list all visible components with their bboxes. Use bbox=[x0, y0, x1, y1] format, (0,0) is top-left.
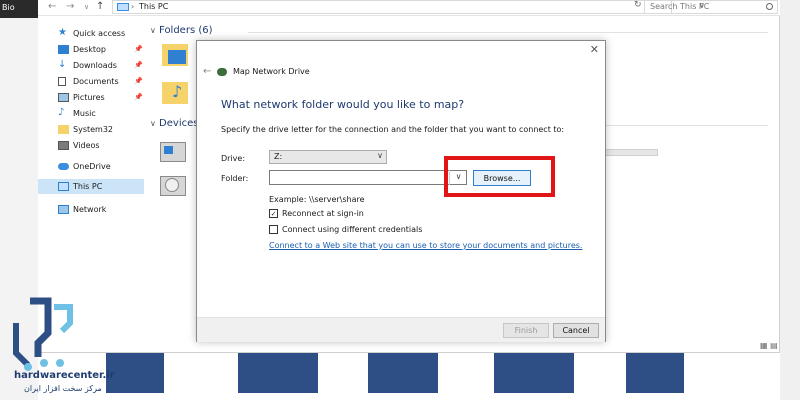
sidebar-item-this-pc[interactable]: This PC bbox=[38, 179, 144, 194]
drive-tile[interactable] bbox=[160, 142, 186, 162]
folder-label: Folder: bbox=[221, 174, 249, 183]
search-placeholder: Search This PC bbox=[650, 2, 710, 11]
drive-letter-value: Z: bbox=[274, 152, 283, 161]
picture-icon bbox=[58, 93, 69, 102]
video-background-right bbox=[780, 0, 800, 400]
sidebar-item-pictures[interactable]: Pictures 📌 bbox=[38, 90, 144, 105]
download-icon: ↓ bbox=[58, 59, 67, 70]
music-note-icon: ♪ bbox=[172, 82, 183, 101]
sidebar-item-network[interactable]: Network bbox=[38, 202, 144, 217]
devices-group-header[interactable]: ∨ Devices bbox=[150, 118, 198, 129]
folder-tile[interactable]: ♪ bbox=[162, 82, 188, 104]
up-arrow-icon[interactable]: ↑ bbox=[96, 1, 104, 12]
drive-label: Drive: bbox=[221, 154, 246, 163]
address-field[interactable]: › This PC ∨ bbox=[112, 0, 705, 14]
sidebar-item-label: Pictures bbox=[73, 93, 105, 102]
search-input[interactable]: Search This PC bbox=[644, 0, 778, 14]
close-icon[interactable]: ✕ bbox=[590, 43, 599, 56]
sidebar-item-label: Quick access bbox=[73, 29, 126, 38]
cancel-button[interactable]: Cancel bbox=[553, 323, 599, 338]
finish-button[interactable]: Finish bbox=[503, 323, 549, 338]
drive-letter-select[interactable]: Z: ∨ bbox=[269, 150, 387, 164]
folder-path-input[interactable] bbox=[269, 170, 467, 185]
forward-arrow-icon[interactable]: → bbox=[66, 1, 74, 12]
watermark-letter bbox=[626, 353, 684, 393]
sidebar-item-quick-access[interactable]: ★ Quick access bbox=[38, 26, 144, 41]
pin-icon[interactable]: 📌 bbox=[134, 58, 143, 73]
sidebar-item-label: Downloads bbox=[73, 61, 117, 70]
folder-tile[interactable] bbox=[162, 44, 188, 66]
dialog-footer: Finish Cancel bbox=[197, 317, 605, 342]
pin-icon[interactable]: 📌 bbox=[134, 90, 143, 105]
sidebar-item-label: This PC bbox=[73, 182, 103, 191]
computer-icon bbox=[58, 182, 69, 191]
folder-example-hint: Example: \\server\share bbox=[269, 195, 365, 204]
document-icon bbox=[58, 77, 66, 86]
sidebar-item-onedrive[interactable]: OneDrive bbox=[38, 159, 144, 174]
logo-tagline: مرکز سخت افزار ایران bbox=[24, 384, 102, 393]
star-icon: ★ bbox=[58, 27, 67, 38]
back-arrow-icon[interactable]: ← bbox=[203, 66, 211, 77]
dialog-description: Specify the drive letter for the connect… bbox=[221, 125, 565, 134]
pin-icon[interactable]: 📌 bbox=[134, 74, 143, 89]
recent-chevron-icon[interactable]: ∨ bbox=[84, 3, 89, 11]
address-bar: ← → ∨ ↑ › This PC ∨ ↻ Search This PC bbox=[38, 0, 780, 16]
folder-icon bbox=[58, 125, 69, 134]
sidebar-item-label: Documents bbox=[73, 77, 119, 86]
network-drive-icon bbox=[217, 68, 227, 76]
hardwarecenter-logo bbox=[13, 297, 73, 371]
reconnect-label[interactable]: Reconnect at sign-in bbox=[282, 209, 364, 218]
chevron-down-icon: ∨ bbox=[377, 151, 383, 160]
sidebar-item-desktop[interactable]: Desktop 📌 bbox=[38, 42, 144, 57]
windows-logo-icon bbox=[164, 146, 173, 154]
music-note-icon: ♪ bbox=[58, 107, 65, 118]
watermark-letter bbox=[368, 353, 438, 393]
credentials-label[interactable]: Connect using different credentials bbox=[282, 225, 422, 234]
sidebar-item-label: Music bbox=[73, 109, 96, 118]
watermark-area bbox=[38, 353, 780, 400]
drive-tile[interactable] bbox=[160, 176, 186, 196]
sidebar-item-label: Videos bbox=[73, 141, 100, 150]
web-storage-link[interactable]: Connect to a Web site that you can use t… bbox=[269, 241, 582, 250]
folder-overlay-icon bbox=[168, 50, 186, 64]
sidebar-item-system32[interactable]: System32 bbox=[38, 122, 144, 137]
sidebar-item-label: System32 bbox=[73, 125, 114, 134]
video-background-caption: Bio bbox=[0, 0, 38, 18]
chevron-down-icon: ∨ bbox=[150, 119, 156, 128]
sidebar-item-label: Network bbox=[73, 205, 107, 214]
refresh-icon[interactable]: ↻ bbox=[634, 0, 642, 10]
network-icon bbox=[58, 205, 69, 214]
breadcrumb-separator: › bbox=[131, 2, 135, 11]
devices-group-title: Devices bbox=[159, 118, 199, 129]
view-toggle-icons[interactable]: ▦ ▤ bbox=[760, 341, 778, 350]
logo-wordmark: hardwarecenter.ir bbox=[14, 370, 115, 381]
video-icon bbox=[58, 141, 69, 150]
dialog-title: Map Network Drive bbox=[233, 67, 310, 76]
search-icon bbox=[766, 3, 773, 10]
browse-highlight-annotation bbox=[444, 156, 555, 197]
sidebar-item-label: Desktop bbox=[73, 45, 106, 54]
back-arrow-icon[interactable]: ← bbox=[48, 1, 56, 12]
reconnect-checkbox[interactable]: ✓ bbox=[269, 209, 278, 218]
disc-icon bbox=[165, 178, 179, 192]
credentials-checkbox[interactable] bbox=[269, 225, 278, 234]
watermark-letter bbox=[494, 353, 574, 393]
sidebar-item-documents[interactable]: Documents 📌 bbox=[38, 74, 144, 89]
dialog-heading: What network folder would you like to ma… bbox=[221, 98, 465, 111]
sidebar-item-videos[interactable]: Videos bbox=[38, 138, 144, 153]
folders-group-header[interactable]: ∨ Folders (6) bbox=[150, 25, 213, 36]
sidebar-item-downloads[interactable]: ↓ Downloads 📌 bbox=[38, 58, 144, 73]
watermark-letter bbox=[238, 353, 318, 393]
chevron-down-icon: ∨ bbox=[150, 26, 156, 35]
sidebar-item-label: OneDrive bbox=[73, 162, 111, 171]
folders-group-title: Folders (6) bbox=[159, 25, 213, 36]
cloud-icon bbox=[58, 163, 69, 170]
this-pc-icon bbox=[117, 3, 129, 11]
group-divider bbox=[248, 32, 768, 33]
address-path: This PC bbox=[139, 2, 169, 11]
sidebar-item-music[interactable]: ♪ Music bbox=[38, 106, 144, 121]
desktop-icon bbox=[58, 45, 69, 54]
pin-icon[interactable]: 📌 bbox=[134, 42, 143, 57]
